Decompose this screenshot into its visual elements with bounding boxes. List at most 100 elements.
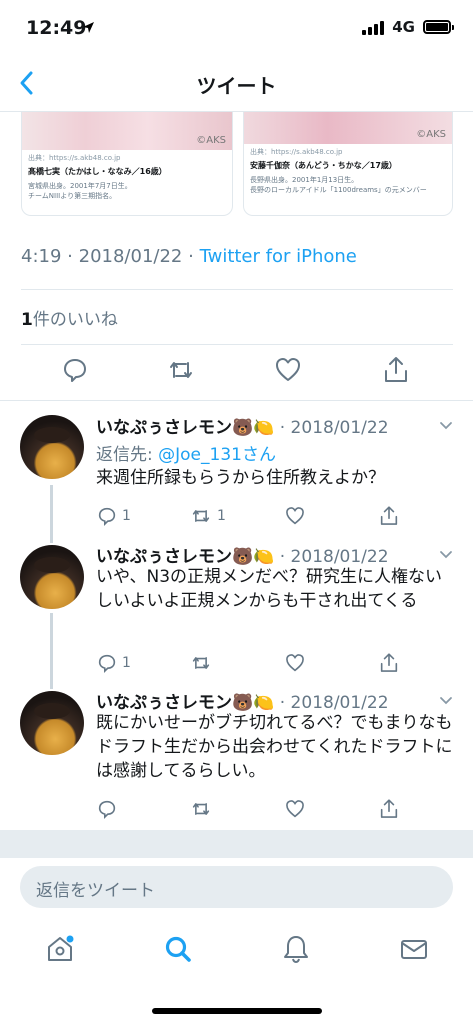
card-image: ©AKS [22,112,232,150]
tweet-date: · 2018/01/22 [279,418,389,438]
reply-count: 1 [122,655,131,671]
thread-line [50,683,53,689]
like-count-link[interactable]: 1件のいいね [21,305,118,330]
tweet-source-link[interactable]: Twitter for iPhone [200,246,357,267]
reply-actions [96,797,416,823]
reply-icon [98,654,116,674]
divider [21,344,453,345]
tweet-text: 既にかいせーがブチ切れてるべ？でもまりなもドラフト生だから出会わせてくれたドラフ… [96,713,453,781]
card-image: ©AKS [244,112,452,144]
home-icon[interactable] [44,933,76,965]
reply-icon [98,800,116,820]
like-icon [286,800,304,818]
reply-icon [98,507,116,527]
share-icon[interactable] [381,355,411,385]
card-desc: チームNIIIより第三期指名。 [28,191,117,200]
card-desc: 長野県出身。2001年1月13日生。 [250,175,359,184]
tweet-text: いや、N3の正規メンだべ？研究生に人権ないしいよいよ正規メンからも干され出てくる [96,567,443,611]
status-time: 12:49 [26,17,87,39]
avatar[interactable] [20,691,84,755]
reply-actions: 1 1 [96,504,416,530]
reply-actions: 1 [96,651,416,677]
share-icon [380,799,398,818]
author-name[interactable]: いなぷぅさレモン🐻🍋 [96,418,274,438]
card-source: 出典：https://s.akb48.co.jp [28,154,121,162]
signal-icon [362,19,385,35]
like-count: 1 [21,310,33,330]
like-icon [286,507,304,525]
avatar[interactable] [20,545,84,609]
retweet-count: 1 [217,508,226,524]
notifications-icon[interactable] [280,933,312,965]
tab-bar [0,925,473,975]
card-name: 髙橋七実（たかはし・ななみ／16歳） [28,166,167,176]
separator-dot: · [188,246,194,267]
nav-bar: ツイート [0,58,473,112]
retweet-button[interactable] [189,651,213,675]
card-source: 出典：https://s.akb48.co.jp [250,148,343,156]
link-cards: ©AKS 出典：https://s.akb48.co.jp 髙橋七実（たかはし・… [21,112,453,216]
reply-button[interactable] [96,797,118,821]
reply-icon[interactable] [60,355,90,385]
status-bar: 12:49 4G [0,0,473,58]
like-label: 件のいいね [32,310,118,330]
network-type: 4G [392,18,415,36]
search-icon[interactable] [162,933,194,965]
share-icon [380,653,398,672]
thread-line [50,537,53,543]
retweet-icon[interactable] [166,355,196,385]
reply-button[interactable]: 1 [96,504,131,528]
chevron-down-icon[interactable] [439,421,453,431]
tweet-date: 2018/01/22 [78,246,183,267]
card-desc: 宮城県出身。2001年7月7日生。 [28,181,132,190]
retweet-icon [192,510,210,522]
tweet-date: · 2018/01/22 [279,693,389,713]
reply-tweet[interactable]: いなぷぅさレモン🐻🍋 · 2018/01/22 既にかいせーがブチ切れてるべ？で… [0,683,473,830]
retweet-button[interactable] [189,797,213,821]
like-button[interactable] [284,797,306,821]
like-icon [286,654,304,672]
share-button[interactable] [378,797,400,821]
share-button[interactable] [378,651,400,675]
reply-tweet[interactable]: いなぷぅさレモン🐻🍋 · 2018/01/22 いや、N3の正規メンだべ？研究生… [0,537,473,683]
like-button[interactable] [284,504,306,528]
tweet-text: 来週住所録もらうから住所教えよか？ [96,468,385,488]
retweet-icon [192,803,210,815]
reply-to-label: 返信先: [96,445,159,465]
link-card[interactable]: ©AKS 出典：https://s.akb48.co.jp 髙橋七実（たかはし・… [21,112,233,216]
card-desc: 長野のローカルアイドル「1100dreams」の元メンバー [250,185,427,194]
author-name[interactable]: いなぷぅさレモン🐻🍋 [96,693,274,713]
tweet-meta: 4:19 · 2018/01/22 · Twitter for iPhone [21,246,357,267]
reply-to-user[interactable]: @Joe_131さん [158,445,276,465]
divider [21,289,453,290]
reply-count: 1 [122,508,131,524]
battery-icon [423,20,454,34]
avatar[interactable] [20,415,84,479]
separator-dot: · [67,246,73,267]
chevron-down-icon[interactable] [439,696,453,706]
reply-input[interactable]: 返信をツイート [20,866,453,908]
reply-tweet[interactable]: いなぷぅさレモン🐻🍋 · 2018/01/22 返信先: @Joe_131さん … [0,401,473,537]
tweet-time: 4:19 [21,246,62,267]
share-icon [380,506,398,525]
like-icon[interactable] [273,355,303,385]
card-name: 安藤千伽奈（あんどう・ちかな／17歳） [250,160,397,170]
tweet-date: · 2018/01/22 [279,547,389,567]
like-button[interactable] [284,651,306,675]
home-indicator [152,1008,322,1014]
tweet-actions [0,355,473,389]
retweet-icon [192,657,210,669]
messages-icon[interactable] [398,933,430,965]
reply-button[interactable]: 1 [96,651,131,675]
chevron-down-icon[interactable] [439,550,453,560]
location-arrow-icon [83,22,94,33]
author-name[interactable]: いなぷぅさレモン🐻🍋 [96,547,274,567]
share-button[interactable] [378,504,400,528]
link-card[interactable]: ©AKS 出典：https://s.akb48.co.jp 安藤千伽奈（あんどう… [243,112,453,216]
reply-to: 返信先: @Joe_131さん [96,440,276,465]
card-watermark: ©AKS [196,135,226,146]
reply-placeholder: 返信をツイート [36,881,155,901]
retweet-button[interactable]: 1 [189,504,226,528]
section-separator [0,830,473,858]
thread-line [50,485,53,537]
